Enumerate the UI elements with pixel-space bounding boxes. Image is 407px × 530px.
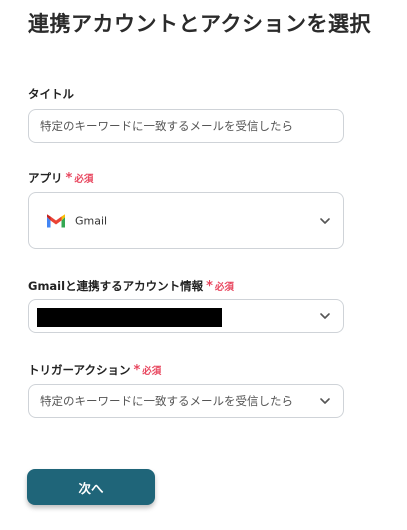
trigger-label-text: トリガーアクション (28, 363, 131, 377)
account-select[interactable] (28, 299, 344, 333)
app-select[interactable]: Gmail (28, 192, 344, 249)
required-asterisk: * (133, 362, 141, 378)
chevron-down-icon (320, 217, 330, 224)
required-asterisk: * (65, 170, 73, 186)
account-label-text: Gmailと連携するアカウント情報 (28, 279, 204, 293)
required-badge: 必須 (142, 366, 162, 377)
title-field-label: タイトル (28, 86, 74, 102)
account-field-label: Gmailと連携するアカウント情報 * 必須 (28, 278, 234, 294)
chevron-down-icon (320, 313, 330, 319)
chevron-down-icon (320, 398, 330, 404)
title-input[interactable]: 特定のキーワードに一致するメールを受信したら (28, 109, 344, 143)
title-label-text: タイトル (28, 87, 74, 101)
required-badge: 必須 (214, 282, 234, 293)
app-select-value: Gmail (75, 214, 108, 227)
page-title: 連携アカウントとアクションを選択 (28, 12, 371, 36)
title-input-value: 特定のキーワードに一致するメールを受信したら (40, 119, 293, 133)
app-label-text: アプリ (28, 171, 63, 185)
trigger-action-select[interactable]: 特定のキーワードに一致するメールを受信したら (28, 384, 344, 418)
trigger-select-value: 特定のキーワードに一致するメールを受信したら (40, 394, 293, 408)
required-asterisk: * (206, 278, 213, 294)
redacted-account-value (37, 308, 222, 327)
next-button[interactable]: 次へ (27, 469, 155, 505)
gmail-icon (47, 213, 65, 227)
app-field-label: アプリ * 必須 (28, 170, 93, 186)
trigger-field-label: トリガーアクション * 必須 (28, 362, 161, 378)
required-badge: 必須 (74, 174, 94, 185)
